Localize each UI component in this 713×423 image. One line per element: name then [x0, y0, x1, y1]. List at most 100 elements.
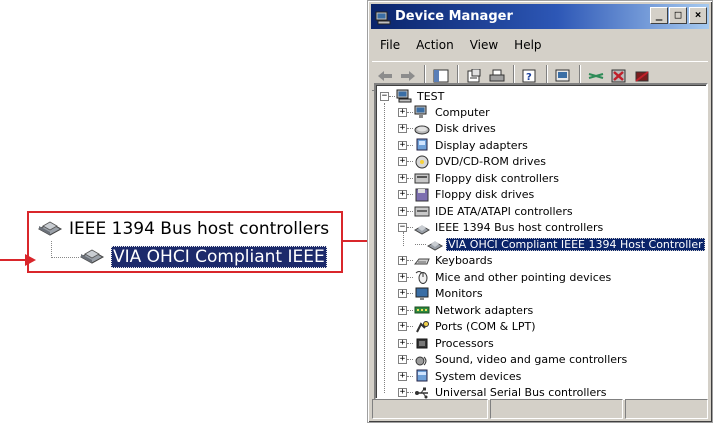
tree-category-row[interactable]: + Network adapters: [398, 302, 535, 318]
menu-action[interactable]: Action: [408, 38, 462, 52]
expand-expander[interactable]: +: [398, 140, 407, 150]
tree-category-row[interactable]: + Floppy disk controllers: [398, 170, 561, 186]
zoom-callout: IEEE 1394 Bus host controllers VIA OHCI …: [27, 211, 343, 273]
status-cell: [625, 399, 708, 419]
collapse-expander[interactable]: −: [380, 91, 389, 101]
help-icon: ?: [522, 69, 536, 83]
usb-icon: [414, 386, 430, 400]
callout-parent-label: IEEE 1394 Bus host controllers: [69, 219, 330, 239]
menu-view[interactable]: View: [462, 38, 506, 52]
tree-category-row[interactable]: + Disk drives: [398, 121, 498, 137]
tree-root-label: TEST: [417, 89, 445, 103]
floppy-controller-icon: [414, 171, 430, 185]
expand-expander[interactable]: +: [398, 206, 407, 216]
tree-category-label: Keyboards: [435, 254, 493, 267]
tree-connector: [407, 276, 413, 278]
callout-parent-row: IEEE 1394 Bus host controllers: [37, 217, 329, 241]
display-adapter-icon: [414, 138, 430, 152]
tree-category-row[interactable]: − IEEE 1394 Bus host controllers: [398, 220, 605, 236]
update-driver-icon: [588, 73, 604, 79]
tree-category-label: Universal Serial Bus controllers: [435, 386, 607, 399]
system-devices-icon: [414, 369, 430, 383]
tree-category-row[interactable]: + Ports (COM & LPT): [398, 319, 538, 335]
forward-icon: [401, 71, 415, 81]
pointer-arrow-left: [0, 259, 28, 261]
tree-category-label: Floppy disk drives: [435, 188, 535, 201]
tree-connector: [407, 227, 413, 228]
keyboard-icon: [413, 254, 430, 268]
tree-category-label: Sound, video and game controllers: [435, 353, 628, 366]
expand-expander[interactable]: +: [398, 338, 407, 348]
callout-child-label: VIA OHCI Compliant IEEE 13: [111, 246, 327, 268]
tree-root-row[interactable]: − TEST: [380, 88, 446, 104]
tree-category-row[interactable]: + Mice and other pointing devices: [398, 269, 613, 285]
sound-icon: [414, 353, 430, 367]
expand-expander[interactable]: +: [398, 272, 407, 282]
tree-child-label: VIA OHCI Compliant IEEE 1394 Host Contro…: [446, 237, 705, 251]
expand-expander[interactable]: +: [398, 157, 407, 166]
tree-connector: [407, 392, 413, 393]
tree-category-label: Ports (COM & LPT): [435, 320, 536, 333]
computer-icon: [414, 105, 430, 119]
menu-file[interactable]: File: [372, 38, 408, 52]
expand-expander[interactable]: +: [398, 305, 407, 315]
tree-category-label: Floppy disk controllers: [435, 171, 559, 185]
callout-child-row: VIA OHCI Compliant IEEE 13: [79, 245, 327, 269]
tree-category-row[interactable]: + Computer: [398, 104, 492, 120]
expand-expander[interactable]: +: [398, 256, 407, 265]
svg-text:?: ?: [526, 72, 532, 83]
expand-expander[interactable]: +: [398, 289, 407, 298]
computer-icon: [396, 89, 412, 103]
maximize-button[interactable]: □: [669, 7, 687, 24]
back-icon: [378, 71, 392, 81]
tree-category-label: IDE ATA/ATAPI controllers: [435, 204, 573, 218]
properties-icon: [467, 69, 481, 83]
expand-expander[interactable]: +: [398, 190, 407, 199]
tree-connector: [407, 144, 413, 146]
tree-category-row[interactable]: + System devices: [398, 368, 523, 384]
tree-category-row[interactable]: + IDE ATA/ATAPI controllers: [398, 203, 575, 219]
mouse-icon: [414, 270, 430, 284]
device-tree[interactable]: − TEST + Computer + Disk drives + Display ada…: [374, 83, 708, 400]
tree-connector: [407, 309, 413, 311]
title-bar[interactable]: Device Manager _ □ ×: [371, 4, 709, 29]
tree-child-row[interactable]: VIA OHCI Compliant IEEE 1394 Host Contro…: [415, 236, 705, 252]
floppy-drive-icon: [414, 188, 430, 202]
tree-category-row[interactable]: + Floppy disk drives: [398, 187, 536, 203]
tree-category-label: DVD/CD-ROM drives: [435, 155, 546, 168]
tree-connector: [415, 243, 426, 245]
disk-drive-icon: [414, 122, 430, 136]
expand-expander[interactable]: +: [398, 322, 407, 331]
disable-icon: [635, 71, 649, 82]
window-title: Device Manager: [395, 9, 513, 24]
tree-category-row[interactable]: + Display adapters: [398, 137, 530, 153]
expand-expander[interactable]: +: [398, 107, 407, 117]
tree-category-label: Network adapters: [435, 303, 534, 317]
tree-connector: [407, 161, 413, 162]
tree-category-row[interactable]: + Monitors: [398, 286, 485, 302]
tree-connector: [384, 103, 385, 393]
expand-expander[interactable]: +: [398, 173, 407, 183]
tree-category-row[interactable]: + Keyboards: [398, 253, 494, 269]
expand-expander[interactable]: +: [398, 371, 407, 381]
status-cell: [490, 399, 623, 419]
tree-category-row[interactable]: + Sound, video and game controllers: [398, 352, 629, 368]
minimize-button[interactable]: _: [650, 7, 668, 24]
tree-category-row[interactable]: + DVD/CD-ROM drives: [398, 154, 548, 170]
ieee1394-icon: [426, 237, 444, 251]
dvd-icon: [414, 155, 430, 169]
expand-expander[interactable]: +: [398, 388, 407, 397]
tree-connector: [407, 177, 413, 179]
close-button[interactable]: ×: [689, 7, 707, 24]
tree-category-row[interactable]: + Processors: [398, 335, 496, 351]
print-icon: [489, 69, 505, 82]
tree-connector: [407, 260, 413, 261]
expand-expander[interactable]: +: [398, 355, 407, 364]
expand-expander[interactable]: +: [398, 124, 407, 133]
scan-hardware-icon: [555, 69, 570, 82]
tree-connector: [51, 257, 79, 258]
tree-category-label: IEEE 1394 Bus host controllers: [435, 221, 604, 234]
tree-category-label: Computer: [435, 105, 490, 119]
menu-help[interactable]: Help: [506, 38, 549, 52]
tree-category-label: Processors: [435, 336, 494, 350]
